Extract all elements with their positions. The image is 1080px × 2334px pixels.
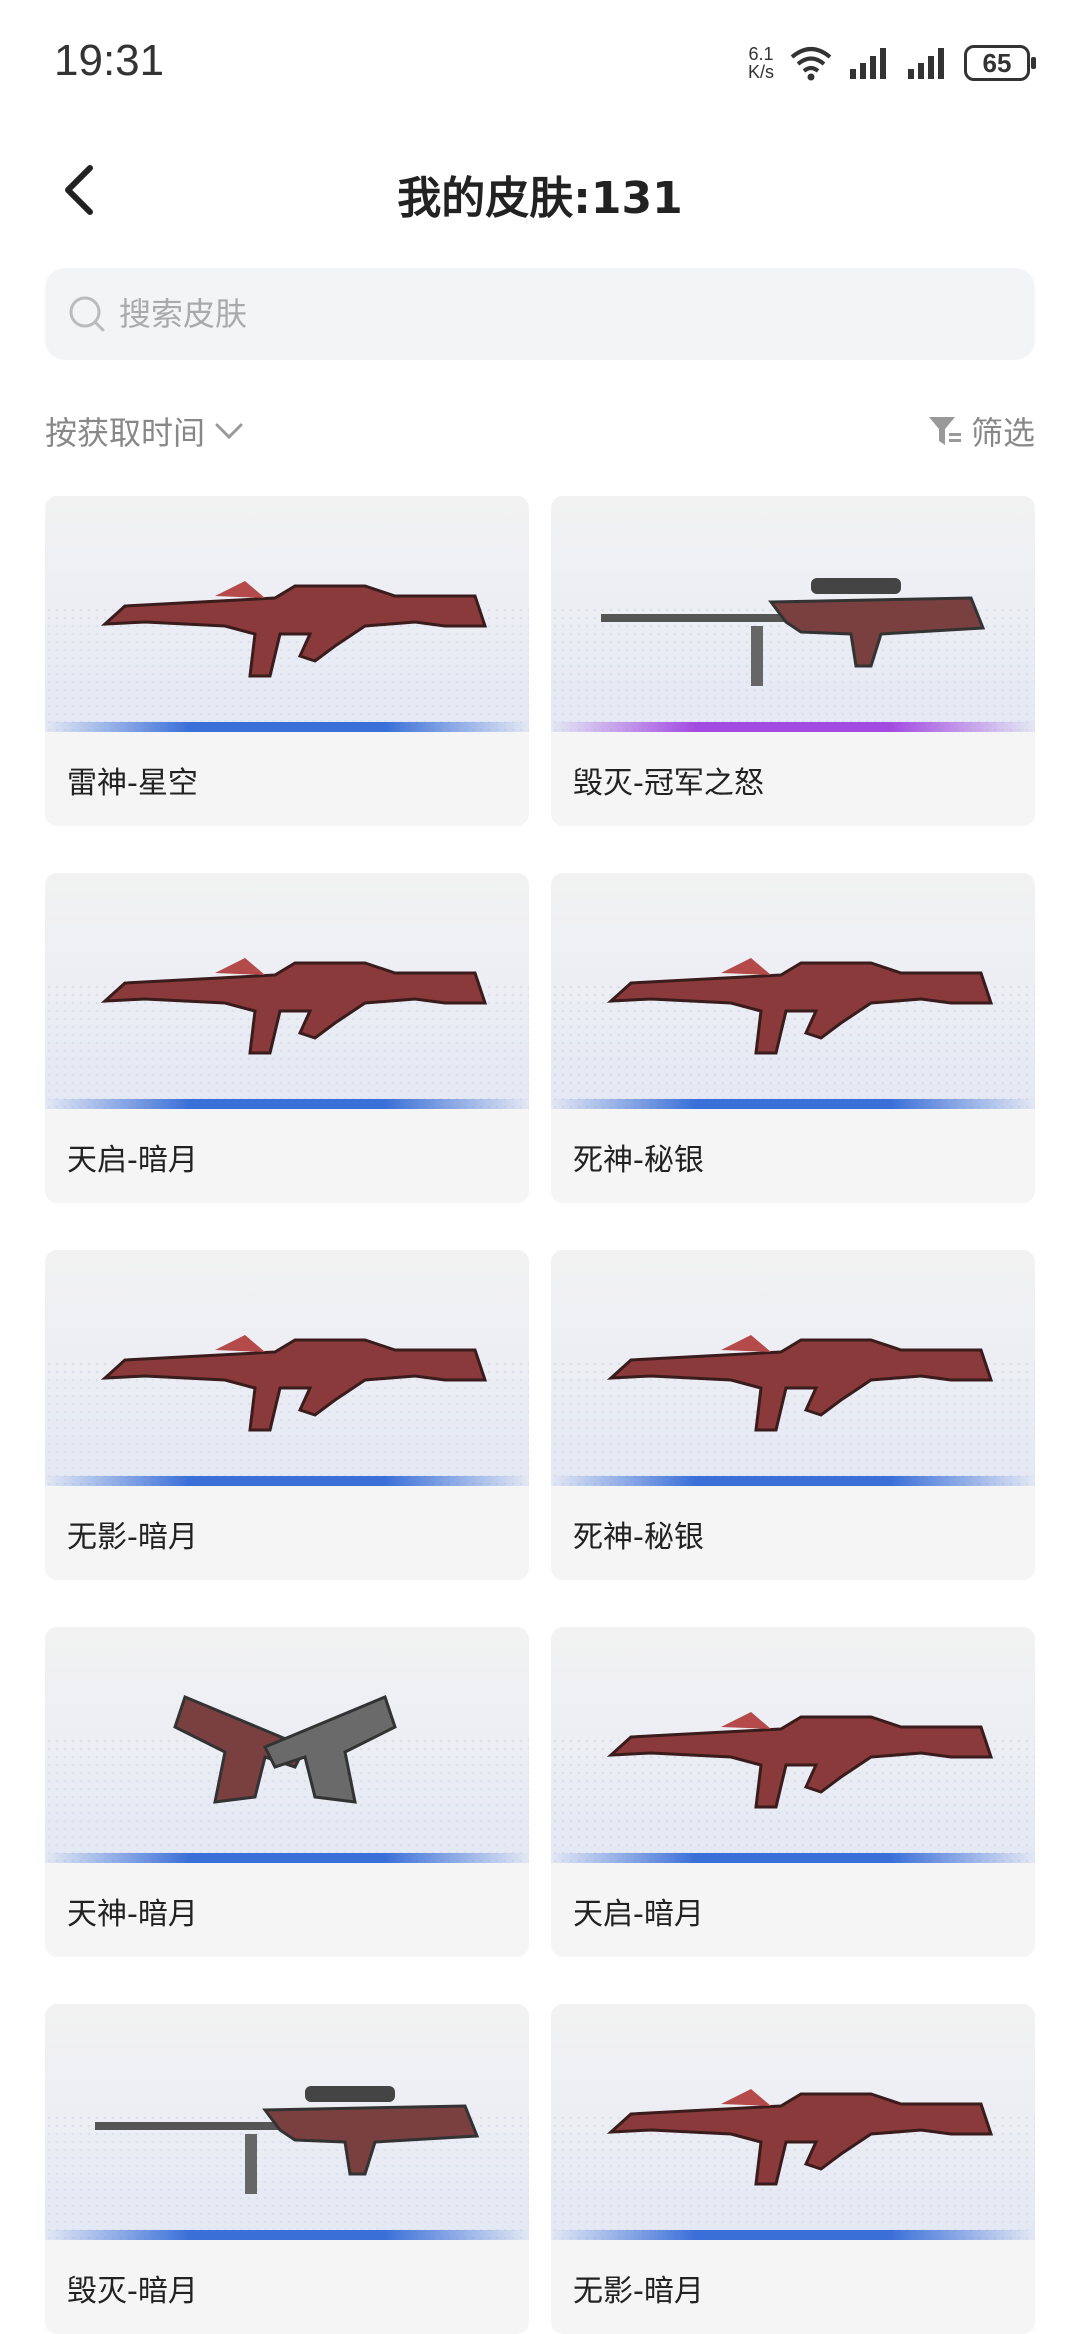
rarity-bar: [551, 722, 1035, 732]
skin-card[interactable]: 毁灭-冠军之怒: [551, 496, 1035, 826]
rarity-bar: [551, 1476, 1035, 1486]
rarity-bar: [551, 2230, 1035, 2240]
skin-name: 死神-秘银: [573, 1520, 704, 1555]
skin-image: [45, 1627, 529, 1863]
filter-label: 筛选: [970, 414, 1035, 452]
rarity-bar: [45, 2230, 529, 2240]
status-time: 19:31: [54, 36, 165, 85]
rifle-icon: [100, 581, 488, 678]
status-icons: 6.1 K/s 65: [748, 38, 1036, 88]
signal-icon: [850, 48, 886, 79]
network-speed-value: 6.1: [748, 44, 774, 64]
sort-dropdown[interactable]: 按获取时间: [45, 408, 245, 454]
skin-image: [551, 2004, 1035, 2240]
battery-indicator: 65: [964, 45, 1036, 81]
rifle-icon: [606, 1712, 994, 1809]
filter-button[interactable]: 筛选: [927, 408, 1035, 454]
skin-image: [551, 1250, 1035, 1486]
skin-card[interactable]: 无影-暗月: [551, 2004, 1035, 2334]
skin-card[interactable]: 天神-暗月: [45, 1627, 529, 1957]
rarity-bar: [45, 1476, 529, 1486]
skin-image: [45, 873, 529, 1109]
skin-image: [45, 2004, 529, 2240]
rifle-icon: [100, 1335, 488, 1432]
rarity-bar: [45, 1853, 529, 1863]
skin-card[interactable]: 死神-秘银: [551, 1250, 1035, 1580]
rifle-icon: [606, 1335, 994, 1432]
skin-image: [45, 1250, 529, 1486]
rarity-bar: [45, 722, 529, 732]
chevron-left-icon: [65, 165, 93, 215]
rarity-bar: [551, 1853, 1035, 1863]
network-speed: 6.1 K/s: [748, 45, 774, 81]
skin-image: [551, 496, 1035, 732]
skin-name: 死神-秘银: [573, 1143, 704, 1178]
search-icon: [69, 296, 105, 332]
skin-name: 毁灭-冠军之怒: [573, 766, 764, 801]
search-bar[interactable]: [45, 268, 1035, 360]
skin-image: [551, 873, 1035, 1109]
wifi-icon: [790, 47, 832, 81]
chevron-down-icon: [215, 423, 243, 440]
skin-card[interactable]: 天启-暗月: [551, 1627, 1035, 1957]
page-header: 我的皮肤:131: [0, 150, 1080, 230]
skin-card[interactable]: 天启-暗月: [45, 873, 529, 1203]
sniper-icon: [601, 578, 986, 686]
rarity-bar: [551, 1099, 1035, 1109]
rifle-icon: [100, 958, 488, 1055]
back-button[interactable]: [56, 162, 104, 218]
skin-name: 无影-暗月: [573, 2274, 704, 2309]
skin-name: 天神-暗月: [67, 1897, 198, 1932]
status-bar: 19:31 6.1 K/s 65: [0, 0, 1080, 120]
signal-icon: [908, 48, 944, 79]
network-speed-unit: K/s: [747, 62, 774, 82]
skin-card[interactable]: 无影-暗月: [45, 1250, 529, 1580]
rarity-bar: [45, 1099, 529, 1109]
pistol-icon: [173, 1694, 397, 1804]
skin-image: [45, 496, 529, 732]
skin-image: [551, 1627, 1035, 1863]
skin-name: 雷神-星空: [67, 766, 198, 801]
search-input[interactable]: [117, 294, 1001, 334]
skin-name: 无影-暗月: [67, 1520, 198, 1555]
filter-icon: [928, 417, 961, 445]
skin-name: 毁灭-暗月: [67, 2274, 198, 2309]
skin-card[interactable]: 雷神-星空: [45, 496, 529, 826]
skin-card[interactable]: 毁灭-暗月: [45, 2004, 529, 2334]
filter-toolbar: 按获取时间 筛选: [45, 400, 1035, 460]
skin-name: 天启-暗月: [573, 1897, 704, 1932]
sort-label: 按获取时间: [45, 414, 206, 452]
sniper-icon: [95, 2086, 480, 2194]
skin-name: 天启-暗月: [67, 1143, 198, 1178]
rifle-icon: [606, 958, 994, 1055]
skin-card[interactable]: 死神-秘银: [551, 873, 1035, 1203]
page-title: 我的皮肤:131: [397, 173, 683, 224]
rifle-icon: [606, 2089, 994, 2186]
